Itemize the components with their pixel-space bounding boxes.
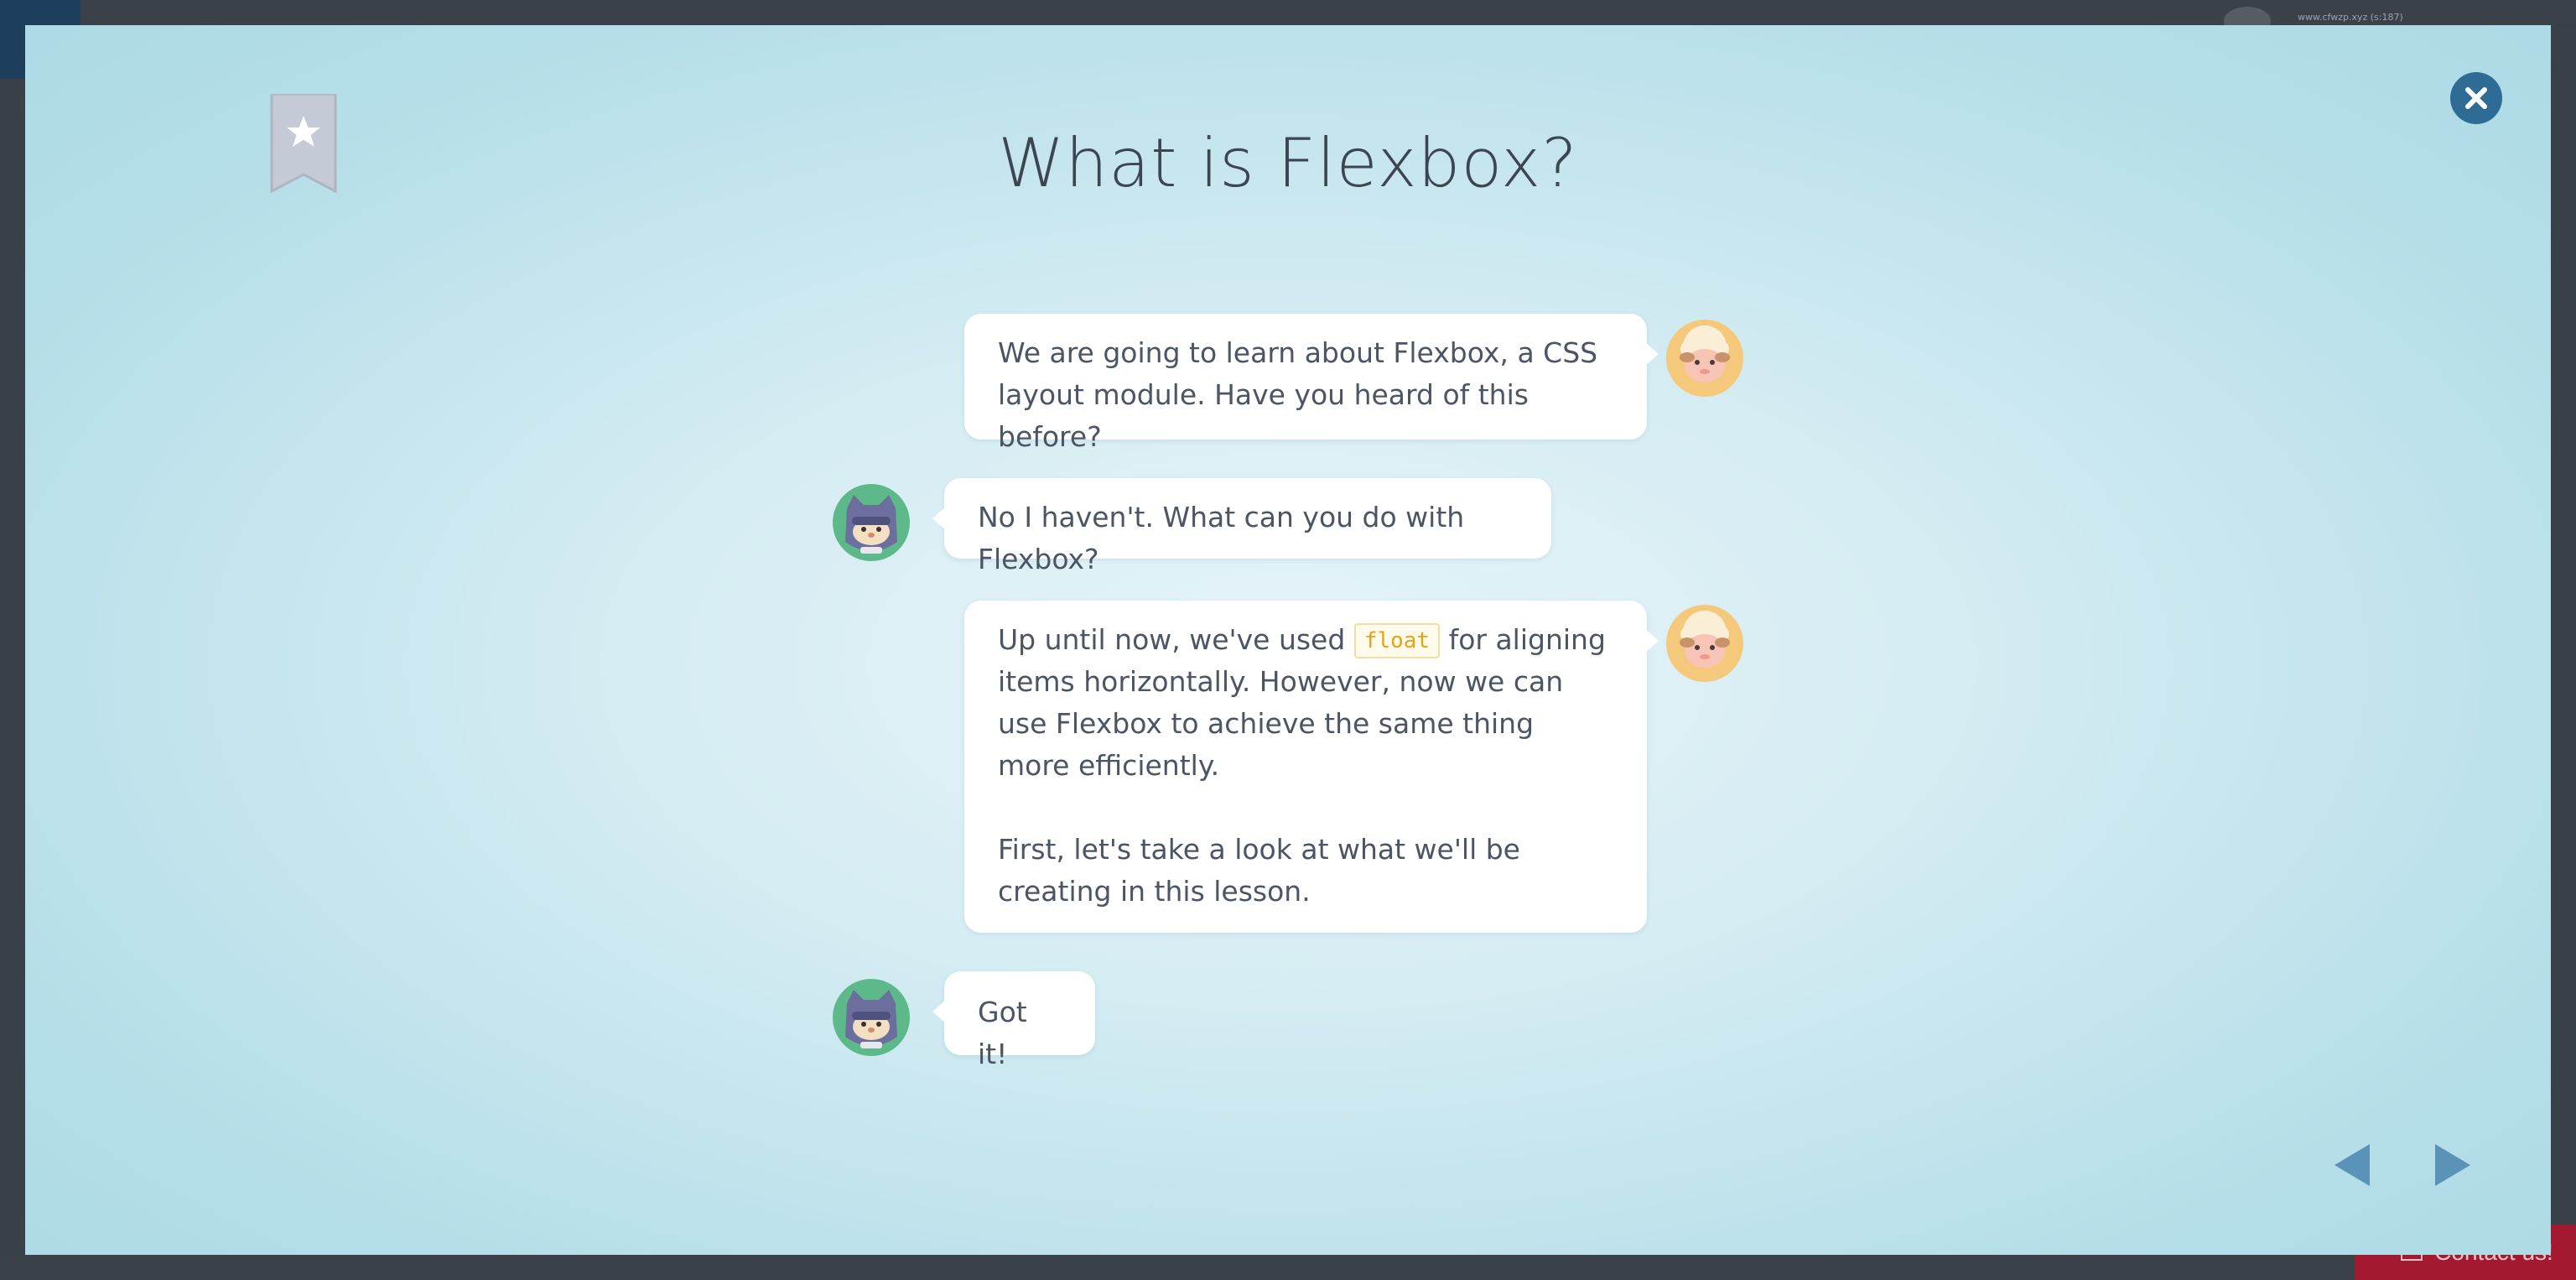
background-url-text: www.cfwzp.xyz (s:187) xyxy=(2298,12,2403,23)
triangle-left-icon xyxy=(2334,1144,2370,1186)
ninja-cat-avatar-icon xyxy=(832,483,911,562)
background-top-bar xyxy=(0,0,2576,25)
ninja-cat-avatar-icon xyxy=(832,978,911,1057)
sheep-avatar-icon xyxy=(1665,319,1744,398)
bubble-tail xyxy=(932,1000,946,1023)
message-paragraph-2: First, let's take a look at what we'll b… xyxy=(998,833,1520,908)
chat-bubble-student-2: Got it! xyxy=(932,971,1095,1070)
bubble-tail xyxy=(1645,629,1659,653)
close-button[interactable] xyxy=(2450,72,2502,124)
message-text: No I haven't. What can you do with Flexb… xyxy=(978,501,1465,575)
previous-button[interactable] xyxy=(2331,1142,2373,1188)
triangle-right-icon xyxy=(2435,1144,2470,1186)
lesson-title: What is Flexbox? xyxy=(998,124,1578,202)
bubble-tail xyxy=(1645,342,1659,366)
chat-bubble-student-1: No I haven't. What can you do with Flexb… xyxy=(932,478,1551,575)
chat-bubble-teacher-1: We are going to learn about Flexbox, a C… xyxy=(964,314,1659,453)
next-button[interactable] xyxy=(2432,1142,2474,1188)
message-text: Up until now, we've used xyxy=(998,623,1346,656)
lesson-modal: What is Flexbox? We are going to learn a… xyxy=(25,25,2551,1255)
sheep-avatar-icon xyxy=(1665,604,1744,683)
message-text: Got it! xyxy=(978,996,1027,1070)
bubble-tail xyxy=(932,507,946,530)
code-snippet: float xyxy=(1353,623,1441,658)
chat-bubble-teacher-2: Up until now, we've used float for align… xyxy=(964,601,1659,933)
background-bottom-bar xyxy=(0,1255,2576,1280)
message-paragraph-1: Up until now, we've used float for align… xyxy=(998,619,1613,787)
message-text: We are going to learn about Flexbox, a C… xyxy=(998,336,1598,453)
close-icon xyxy=(2465,87,2487,109)
